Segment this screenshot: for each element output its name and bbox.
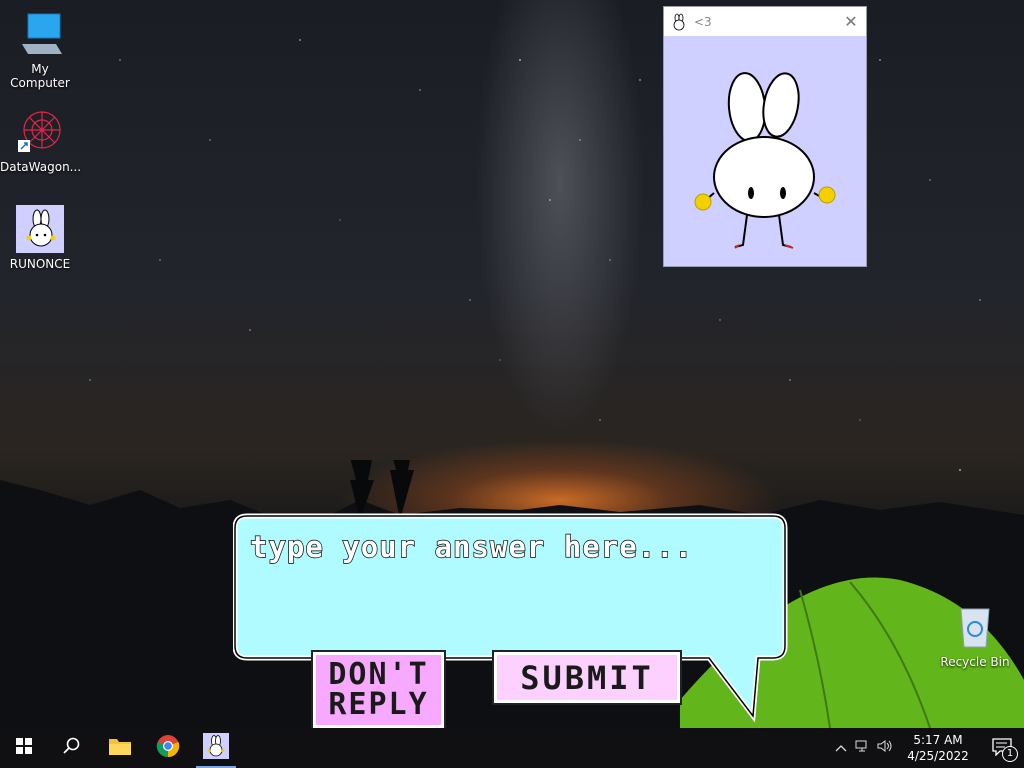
bunny-window[interactable]: <3 ✕ — [663, 6, 867, 267]
desktop-icon-datawagon[interactable]: DataWagon... — [0, 108, 82, 174]
start-button[interactable] — [0, 728, 48, 768]
chevron-up-icon[interactable] — [830, 741, 852, 756]
desktop-icon-label: Recycle Bin — [940, 655, 1010, 669]
bunny-icon — [16, 205, 64, 253]
clock-time: 5:17 AM — [913, 733, 963, 747]
desktop-icon-label: My Computer — [10, 62, 70, 90]
clock-date: 4/25/2022 — [907, 749, 969, 763]
search-button[interactable] — [48, 728, 96, 768]
system-tray: 5:17 AM 4/25/2022 1 — [830, 728, 1024, 768]
dont-reply-label-line1: DON'T — [328, 657, 429, 692]
start-icon — [16, 738, 32, 758]
desktop-icon-label: DataWagon... — [0, 160, 82, 174]
clock[interactable]: 5:17 AM 4/25/2022 — [896, 732, 980, 764]
window-titlebar[interactable]: <3 ✕ — [664, 7, 866, 36]
bunny-app-icon — [670, 13, 688, 31]
desktop-icon-runonce[interactable]: RUNONCE — [0, 205, 80, 271]
file-explorer-icon — [108, 736, 132, 760]
datawagon-icon — [16, 108, 64, 156]
taskbar-bunny-app[interactable] — [192, 728, 240, 768]
desktop-icon-recycle-bin[interactable]: Recycle Bin — [935, 603, 1015, 669]
taskbar-file-explorer[interactable] — [96, 728, 144, 768]
recycle-bin-icon — [951, 603, 999, 651]
taskbar-chrome[interactable] — [144, 728, 192, 768]
network-icon[interactable] — [852, 739, 874, 757]
desktop-icon-my-computer[interactable]: My Computer — [0, 10, 80, 90]
dont-reply-button[interactable]: DON'T REPLY — [311, 650, 446, 730]
bunny-character — [694, 72, 836, 249]
window-title: <3 — [694, 14, 712, 29]
desktop-icon-label: RUNONCE — [9, 257, 71, 271]
taskbar: 5:17 AM 4/25/2022 1 — [0, 728, 1024, 768]
dont-reply-label-line2: REPLY — [328, 687, 429, 722]
close-icon[interactable]: ✕ — [836, 12, 866, 31]
notification-center-button[interactable]: 1 — [980, 728, 1024, 768]
submit-label: SUBMIT — [520, 658, 654, 697]
answer-input[interactable] — [248, 526, 772, 568]
monitor-icon — [16, 10, 64, 58]
notification-count-badge: 1 — [1002, 746, 1018, 762]
bunny-app-icon — [203, 733, 229, 763]
starfield — [89, 39, 981, 471]
submit-button[interactable]: SUBMIT — [492, 650, 682, 705]
volume-icon[interactable] — [874, 739, 896, 757]
chrome-icon — [156, 734, 180, 762]
search-icon — [63, 737, 81, 759]
